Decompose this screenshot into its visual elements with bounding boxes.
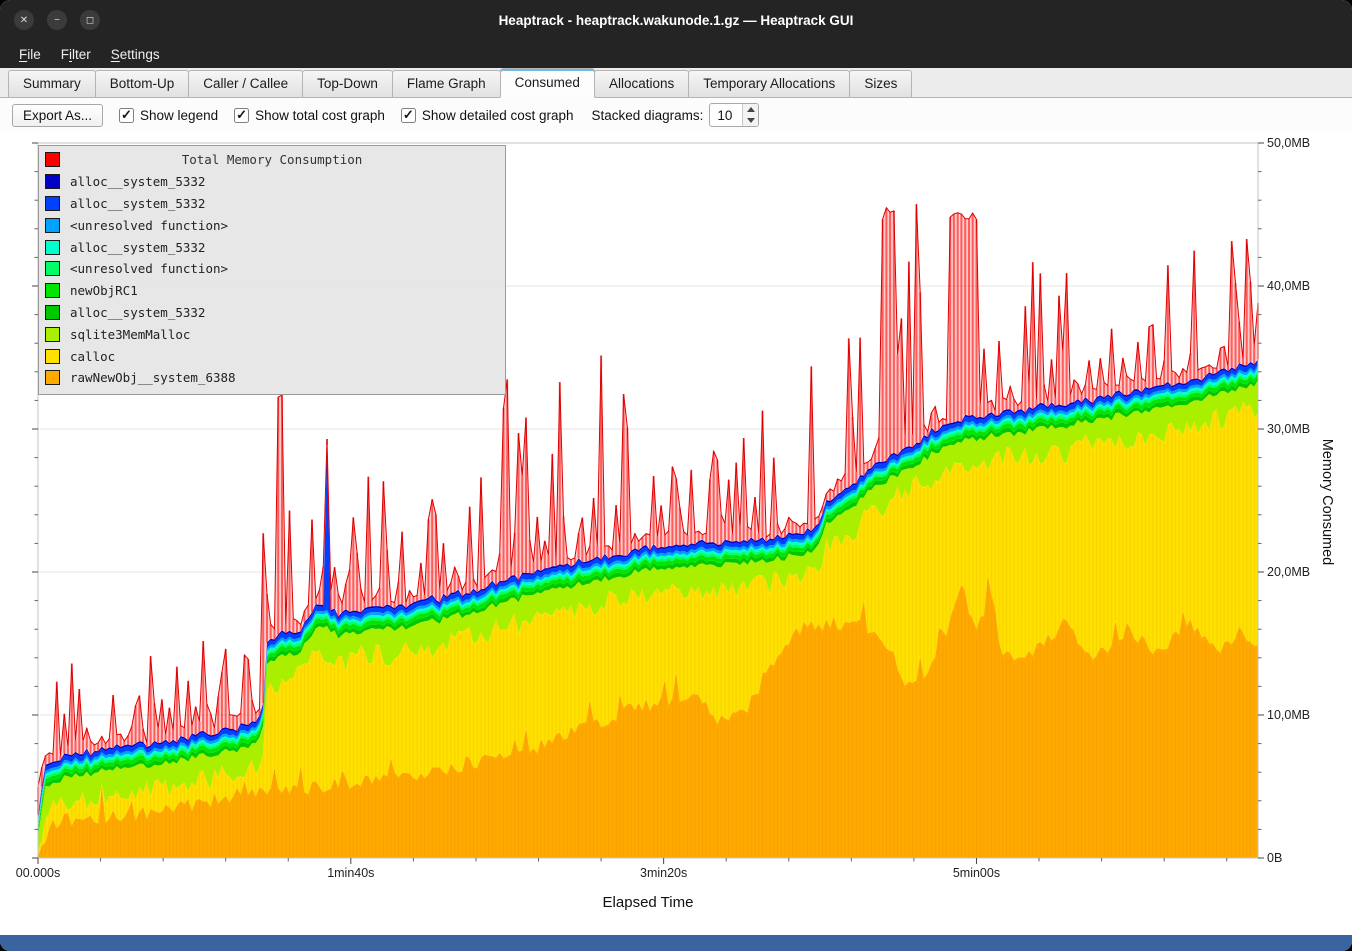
window-controls: ✕ − ◻ (14, 0, 100, 40)
checkbox-check-icon (119, 108, 134, 123)
svg-text:40,0MB: 40,0MB (1267, 279, 1310, 293)
legend-swatch (45, 196, 60, 211)
checkbox-label: Show detailed cost graph (422, 108, 574, 123)
legend-label: newObjRC1 (70, 283, 138, 298)
legend-label: rawNewObj__system_6388 (70, 370, 236, 385)
tab-top-down[interactable]: Top-Down (302, 70, 393, 97)
legend-row: sqlite3MemMalloc (39, 323, 505, 345)
close-button[interactable]: ✕ (14, 10, 34, 30)
legend-title-row: Total Memory Consumption (39, 149, 505, 171)
app-window: ✕ − ◻ Heaptrack - heaptrack.wakunode.1.g… (0, 0, 1352, 951)
legend-label: <unresolved function> (70, 218, 228, 233)
svg-text:20,0MB: 20,0MB (1267, 565, 1310, 579)
spinbox-up-button[interactable] (743, 104, 758, 115)
legend-swatch (45, 174, 60, 189)
minimize-button[interactable]: − (47, 10, 67, 30)
legend-label: calloc (70, 349, 115, 364)
tab-allocations[interactable]: Allocations (594, 70, 689, 97)
svg-text:3min20s: 3min20s (640, 866, 687, 880)
chart-area: 00.000s 1min40s 3min20s 5min00s 0B 10,0MB 20,0… (0, 132, 1352, 935)
minimize-icon: − (54, 15, 60, 26)
tab-bottom-up[interactable]: Bottom-Up (95, 70, 190, 97)
legend-row: alloc__system_5332 (39, 302, 505, 324)
tab-summary[interactable]: Summary (8, 70, 96, 97)
show-total-cost-checkbox[interactable]: Show total cost graph (234, 108, 385, 123)
legend-swatch (45, 218, 60, 233)
spinbox-down-button[interactable] (743, 115, 758, 126)
legend-label: <unresolved function> (70, 261, 228, 276)
stacked-diagrams-spinbox[interactable]: 10 (709, 103, 759, 127)
legend-label: Total Memory Consumption (39, 152, 505, 167)
menu-settings[interactable]: Settings (102, 44, 169, 65)
legend-label: alloc__system_5332 (70, 305, 205, 320)
show-detailed-cost-checkbox[interactable]: Show detailed cost graph (401, 108, 574, 123)
menu-file[interactable]: File (10, 44, 50, 65)
svg-text:10,0MB: 10,0MB (1267, 708, 1310, 722)
legend-row: <unresolved function> (39, 214, 505, 236)
svg-text:50,0MB: 50,0MB (1267, 136, 1310, 150)
tab-sizes[interactable]: Sizes (849, 70, 912, 97)
window-footer (0, 935, 1352, 951)
legend-label: alloc__system_5332 (70, 196, 205, 211)
legend-swatch (45, 349, 60, 364)
tab-caller-callee[interactable]: Caller / Callee (188, 70, 303, 97)
checkbox-label: Show total cost graph (255, 108, 385, 123)
toolbar: Export As... Show legend Show total cost… (0, 98, 1352, 132)
legend-row: newObjRC1 (39, 280, 505, 302)
menubar: File Filter Settings (0, 40, 1352, 68)
svg-text:30,0MB: 30,0MB (1267, 422, 1310, 436)
checkbox-check-icon (234, 108, 249, 123)
legend-swatch (45, 370, 60, 385)
legend-swatch (45, 261, 60, 276)
close-icon: ✕ (20, 15, 28, 26)
checkbox-check-icon (401, 108, 416, 123)
window-title: Heaptrack - heaptrack.wakunode.1.gz — He… (0, 13, 1352, 28)
legend-row: alloc__system_5332 (39, 171, 505, 193)
legend-row: <unresolved function> (39, 258, 505, 280)
legend-label: alloc__system_5332 (70, 174, 205, 189)
tab-consumed[interactable]: Consumed (500, 68, 595, 98)
spinbox-value: 10 (710, 104, 742, 126)
chart-legend: Total Memory Consumption alloc__system_5… (38, 145, 506, 395)
maximize-icon: ◻ (86, 15, 94, 26)
svg-text:1min40s: 1min40s (327, 866, 374, 880)
legend-row: alloc__system_5332 (39, 236, 505, 258)
svg-text:00.000s: 00.000s (16, 866, 60, 880)
legend-label: sqlite3MemMalloc (70, 327, 190, 342)
legend-row: calloc (39, 345, 505, 367)
legend-swatch (45, 305, 60, 320)
legend-swatch (45, 240, 60, 255)
titlebar: ✕ − ◻ Heaptrack - heaptrack.wakunode.1.g… (0, 0, 1352, 40)
svg-text:5min00s: 5min00s (953, 866, 1000, 880)
tab-temporary-allocations[interactable]: Temporary Allocations (688, 70, 850, 97)
svg-text:0B: 0B (1267, 851, 1282, 865)
checkbox-label: Show legend (140, 108, 218, 123)
legend-swatch (45, 327, 60, 342)
legend-label: alloc__system_5332 (70, 240, 205, 255)
tabbar: Summary Bottom-Up Caller / Callee Top-Do… (0, 68, 1352, 98)
legend-swatch (45, 283, 60, 298)
y-axis-title: Memory Consumed (1319, 427, 1335, 577)
spinbox-arrows (742, 104, 758, 126)
x-axis-title: Elapsed Time (38, 894, 1258, 911)
legend-row: rawNewObj__system_6388 (39, 367, 505, 389)
show-legend-checkbox[interactable]: Show legend (119, 108, 218, 123)
menu-filter[interactable]: Filter (52, 44, 100, 65)
tab-flame-graph[interactable]: Flame Graph (392, 70, 501, 97)
legend-row: alloc__system_5332 (39, 193, 505, 215)
export-as-button[interactable]: Export As... (12, 104, 103, 127)
stacked-diagrams-label: Stacked diagrams: (592, 108, 704, 123)
maximize-button[interactable]: ◻ (80, 10, 100, 30)
